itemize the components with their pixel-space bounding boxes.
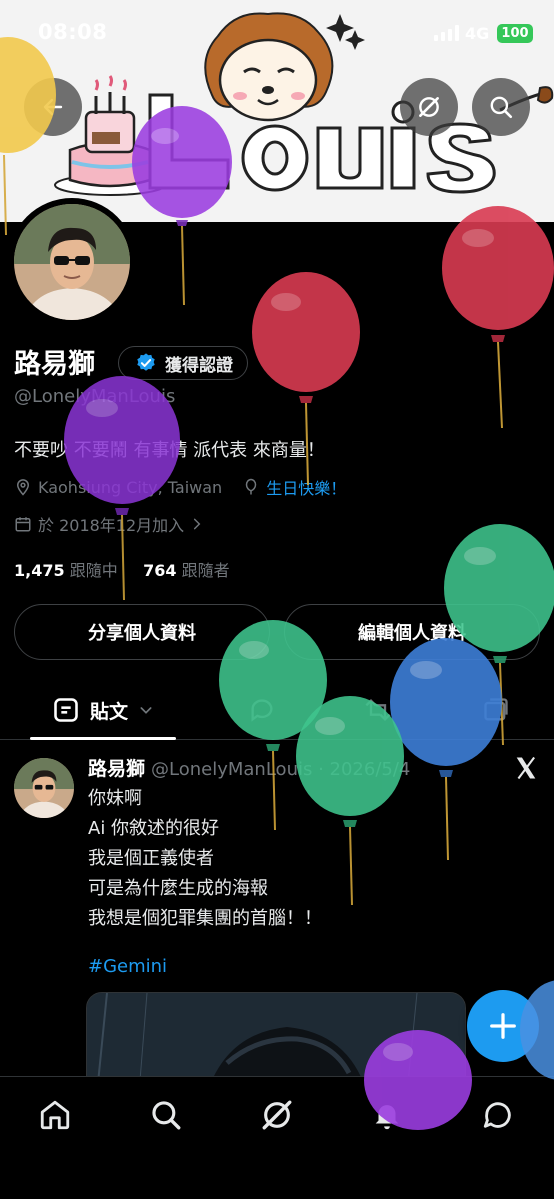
verified-label: 獲得認證 (165, 355, 233, 376)
balloon-red-right (442, 206, 554, 429)
tweet-header: 路易獅 @LonelyManLouis · 2026/5/4 (88, 754, 410, 781)
profile-handle: @LonelyManLouis (14, 386, 176, 407)
chevron-down-icon (140, 707, 152, 714)
nav-messages[interactable] (478, 1095, 518, 1135)
tweet-text: 你妹啊 Ai 你敘述的很好 我是個正義使者 可是為什麼生成的海報 我想是個犯罪集… (88, 784, 322, 934)
followers-link[interactable]: 764 跟隨者 (143, 561, 230, 580)
profile-avatar[interactable] (8, 198, 136, 326)
tweet-line: 我想是個犯罪集團的首腦！！ (88, 908, 322, 929)
balloon-icon (245, 478, 257, 495)
follow-stats: 1,475 跟隨中 764 跟隨者 (14, 557, 230, 581)
retweet-icon (365, 699, 391, 721)
posts-icon (54, 698, 78, 722)
verified-badge-button[interactable]: 獲得認證 (118, 346, 248, 380)
message-icon (483, 1102, 511, 1128)
home-icon (40, 1100, 70, 1130)
tweet-line: Ai 你敘述的很好 (88, 818, 220, 839)
status-bar: 08:08 4G 100 (0, 0, 554, 70)
status-time: 08:08 (38, 20, 108, 44)
nav-home[interactable] (35, 1095, 75, 1135)
back-button[interactable] (24, 78, 82, 136)
profile-name: 路易獅 (14, 349, 95, 380)
profile-bio: 不要吵 不要鬧 有事情 派代表 來商量！ (14, 440, 325, 461)
tab-media[interactable] (480, 694, 512, 726)
grok-button[interactable] (400, 78, 458, 136)
profile-tabs: 貼文 (0, 680, 554, 740)
joined-date: 於 2018年12月加入 (38, 516, 185, 535)
search-icon (490, 96, 513, 119)
tweet-avatar[interactable] (14, 758, 74, 818)
profile-location: Kaohsiung City, Taiwan (38, 477, 223, 497)
location-icon (16, 479, 30, 496)
search-button[interactable] (472, 78, 530, 136)
following-label: 跟隨中 (69, 561, 118, 580)
tweet-line: 你妹啊 (88, 788, 142, 809)
avatar-photo (14, 204, 130, 320)
search-icon (152, 1101, 181, 1130)
tweet-line: 可是為什麼生成的海報 (88, 878, 268, 899)
battery-indicator: 100 (497, 24, 533, 43)
nav-grok[interactable] (257, 1095, 297, 1135)
nav-search[interactable] (146, 1095, 186, 1135)
tab-reposts[interactable] (362, 694, 394, 726)
edit-profile-button[interactable]: 編輯個人資料 (284, 604, 540, 660)
nav-notifications[interactable] (367, 1095, 407, 1135)
tab-active-indicator (30, 737, 176, 740)
signal-icon (434, 25, 459, 41)
grok-icon (419, 97, 439, 117)
profile-birthday[interactable]: 生日快樂！ (266, 475, 346, 499)
followers-count: 764 (143, 561, 177, 580)
bell-icon (375, 1105, 399, 1130)
back-arrow-icon (43, 98, 63, 116)
balloon-blue (390, 638, 502, 861)
verified-icon (137, 353, 155, 371)
reply-icon (251, 699, 273, 722)
compose-button[interactable] (467, 990, 539, 1062)
plus-icon (490, 1013, 516, 1039)
bottom-navigation (0, 1076, 554, 1199)
network-type: 4G (465, 24, 490, 43)
tab-replies[interactable] (246, 694, 278, 726)
followers-label: 跟隨者 (181, 561, 230, 580)
chevron-right-icon[interactable] (190, 517, 204, 531)
share-profile-button[interactable]: 分享個人資料 (14, 604, 270, 660)
calendar-icon (15, 517, 31, 532)
grok-icon (262, 1100, 292, 1130)
media-icon (484, 698, 508, 721)
tweet-author[interactable]: 路易獅 (88, 758, 145, 780)
tweet-line: 我是個正義使者 (88, 848, 214, 869)
tweet-handle-date: @LonelyManLouis · 2026/5/4 (151, 759, 411, 780)
following-link[interactable]: 1,475 跟隨中 (14, 561, 118, 580)
tweet-hashtag[interactable]: #Gemini (88, 956, 167, 977)
profile-joined: 於 2018年12月加入 (14, 512, 204, 536)
tab-posts[interactable]: 貼文 (30, 680, 176, 740)
x-logo-icon[interactable] (512, 754, 540, 782)
tab-posts-label: 貼文 (89, 700, 128, 723)
profile-meta: Kaohsiung City, Taiwan 生日快樂！ (14, 475, 346, 499)
following-count: 1,475 (14, 561, 65, 580)
